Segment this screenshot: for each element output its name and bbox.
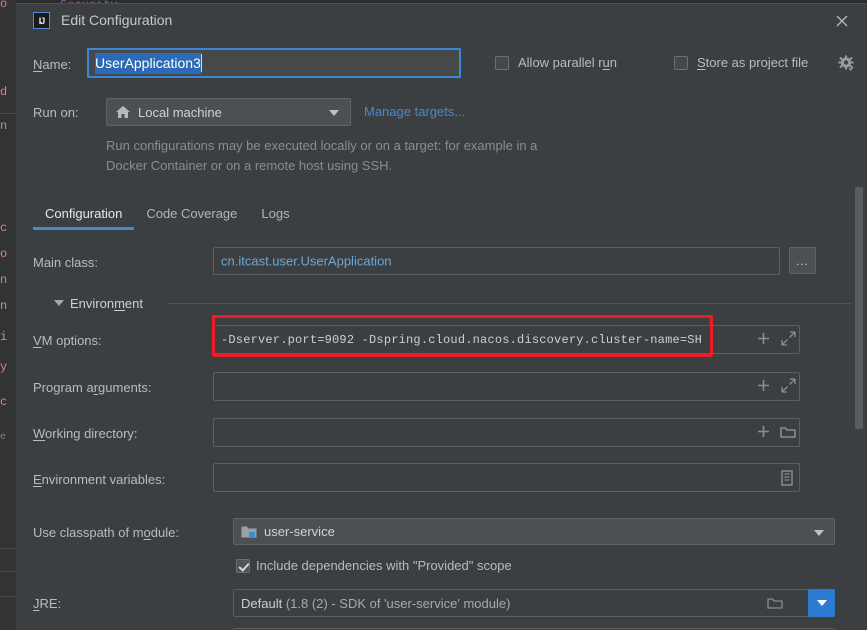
vm-options-field[interactable]: -Dserver.port=9092 -Dspring.cloud.nacos.… xyxy=(213,325,800,354)
close-icon[interactable] xyxy=(830,10,854,32)
module-dropdown[interactable]: user-service xyxy=(233,518,835,545)
working-directory-label: Working directory: xyxy=(33,426,138,441)
main-class-field[interactable]: cn.itcast.user.UserApplication xyxy=(213,247,780,275)
tab-bar: Configuration Code Coverage Logs xyxy=(33,202,851,234)
main-class-label: Main class: xyxy=(33,255,99,270)
use-classpath-module-label: Use classpath of module: xyxy=(33,525,179,540)
jre-value: Default (1.8 (2) - SDK of 'user-service'… xyxy=(241,596,510,611)
editor-divider xyxy=(0,571,16,572)
background-code-fragment: c xyxy=(0,395,8,409)
run-on-dropdown[interactable]: Local machine xyxy=(106,98,351,126)
vm-options-label: VM options: xyxy=(33,333,102,348)
background-code-fragment: n xyxy=(0,273,8,287)
tab-code-coverage[interactable]: Code Coverage xyxy=(134,202,249,230)
environment-variables-label: Environment variables: xyxy=(33,472,166,487)
jre-field[interactable]: Default (1.8 (2) - SDK of 'user-service'… xyxy=(233,589,810,617)
chevron-down-icon xyxy=(329,110,339,116)
scrollbar-thumb[interactable] xyxy=(855,187,863,429)
chevron-down-icon xyxy=(814,530,824,536)
jre-label: JRE: xyxy=(33,596,62,611)
background-code-fragment: y xyxy=(0,360,8,374)
run-on-value: Local machine xyxy=(138,104,222,120)
dialog-title: Edit Configuration xyxy=(61,12,173,28)
include-dependencies-label[interactable]: Include dependencies with "Provided" sco… xyxy=(256,558,512,573)
manage-targets-link[interactable]: Manage targets... xyxy=(364,104,465,119)
store-as-project-file-checkbox[interactable] xyxy=(674,56,688,70)
program-arguments-field[interactable] xyxy=(213,372,800,401)
main-class-value: cn.itcast.user.UserApplication xyxy=(221,253,392,269)
run-on-label: Run on: xyxy=(33,105,79,120)
background-code-fragment: n xyxy=(0,299,8,313)
jre-dropdown-button[interactable] xyxy=(808,589,835,617)
store-as-project-file-label[interactable]: Store as project file xyxy=(697,55,808,70)
main-class-browse-button[interactable]: ... xyxy=(789,247,816,274)
expand-icon[interactable] xyxy=(781,378,796,393)
program-arguments-label: Program arguments: xyxy=(33,380,152,395)
edit-configuration-dialog: IJ Edit Configuration Name: UserApplicat… xyxy=(16,3,867,630)
tab-logs[interactable]: Logs xyxy=(249,202,301,230)
intellij-idea-icon: IJ xyxy=(33,12,50,29)
environment-variables-browse-icon[interactable] xyxy=(780,470,795,486)
environment-collapse-icon[interactable] xyxy=(54,300,64,306)
editor-divider xyxy=(0,596,16,597)
allow-parallel-run-checkbox[interactable] xyxy=(495,56,509,70)
add-icon[interactable] xyxy=(757,332,770,345)
environment-variables-field[interactable] xyxy=(213,463,800,492)
name-label: Name: xyxy=(33,57,72,72)
module-icon xyxy=(241,525,257,539)
jre-value-main: Default xyxy=(241,596,283,611)
run-on-description: Run configurations may be executed local… xyxy=(106,138,538,173)
name-input[interactable]: UserApplication3 xyxy=(87,48,461,78)
home-icon xyxy=(115,104,131,120)
editor-divider xyxy=(0,548,16,549)
allow-parallel-run-label[interactable]: Allow parallel run xyxy=(518,55,617,70)
background-code-fragment: i xyxy=(0,330,8,344)
background-code-fragment: e xyxy=(0,432,7,443)
background-code-fragment: n xyxy=(0,119,8,133)
add-icon[interactable] xyxy=(757,425,770,438)
name-input-value: UserApplication3 xyxy=(95,52,201,74)
environment-section-label: Environment xyxy=(70,296,143,311)
background-code-fragment: o xyxy=(0,247,8,261)
background-code-fragment: c xyxy=(0,221,8,235)
folder-icon[interactable] xyxy=(780,425,796,440)
text-caret xyxy=(200,54,202,72)
module-value: user-service xyxy=(264,524,335,539)
tab-configuration[interactable]: Configuration xyxy=(33,202,135,230)
dialog-titlebar: IJ Edit Configuration xyxy=(16,4,867,37)
include-dependencies-checkbox[interactable] xyxy=(236,559,250,573)
add-icon[interactable] xyxy=(757,379,770,392)
vm-options-value: -Dserver.port=9092 -Dspring.cloud.nacos.… xyxy=(221,332,703,347)
section-divider xyxy=(168,303,851,304)
working-directory-field[interactable] xyxy=(213,418,800,447)
expand-icon[interactable] xyxy=(781,331,796,346)
gear-icon[interactable] xyxy=(838,55,855,72)
jre-value-detail: (1.8 (2) - SDK of 'user-service' module) xyxy=(285,596,511,611)
editor-divider xyxy=(0,113,16,114)
background-code-fragment: d xyxy=(0,85,8,99)
background-code-fragment: o xyxy=(0,0,8,11)
folder-icon[interactable] xyxy=(767,596,783,611)
